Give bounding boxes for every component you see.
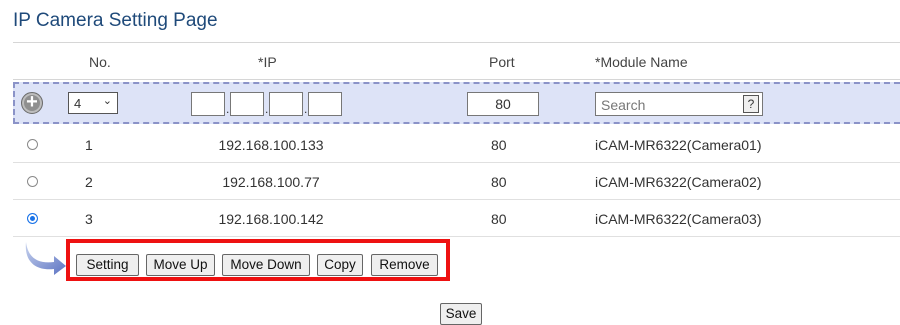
row-module-name: iCAM-MR6322(Camera02) — [595, 174, 762, 190]
row-ip: 192.168.100.133 — [218, 137, 324, 153]
move-up-button[interactable]: Move Up — [146, 254, 215, 276]
add-camera-row: + 4 ⌄ . . . 80 Search ? — [13, 82, 900, 124]
no-select[interactable]: 4 ⌄ — [68, 92, 118, 114]
row-ip: 192.168.100.142 — [218, 211, 324, 227]
row-select-radio[interactable] — [27, 139, 38, 150]
header-port: Port — [489, 54, 515, 70]
curved-arrow-icon — [25, 242, 66, 275]
actions-highlight: Setting Move Up Move Down Copy Remove — [66, 239, 450, 281]
row-no: 2 — [85, 174, 93, 190]
ip-dot: . — [265, 102, 269, 116]
module-search-input[interactable]: Search ? — [595, 92, 763, 116]
plus-circle-icon[interactable]: + — [21, 92, 43, 114]
header-module-name: *Module Name — [595, 54, 688, 70]
row-port: 80 — [491, 137, 507, 153]
ip-octet-1-input[interactable] — [191, 92, 225, 116]
ip-octet-4-input[interactable] — [308, 92, 342, 116]
chevron-down-icon: ⌄ — [102, 95, 112, 107]
row-module-name: iCAM-MR6322(Camera01) — [595, 137, 762, 153]
copy-button[interactable]: Copy — [317, 254, 363, 276]
no-select-value: 4 — [74, 96, 82, 111]
table-row: 1 192.168.100.133 80 iCAM-MR6322(Camera0… — [13, 126, 900, 163]
setting-button[interactable]: Setting — [76, 254, 139, 276]
table-row: 2 192.168.100.77 80 iCAM-MR6322(Camera02… — [13, 163, 900, 200]
header-no: No. — [89, 54, 111, 70]
move-down-button[interactable]: Move Down — [222, 254, 310, 276]
remove-button[interactable]: Remove — [371, 254, 438, 276]
table-row: 3 192.168.100.142 80 iCAM-MR6322(Camera0… — [13, 200, 900, 237]
row-port: 80 — [491, 211, 507, 227]
row-module-name: iCAM-MR6322(Camera03) — [595, 211, 762, 227]
port-input[interactable]: 80 — [467, 92, 539, 116]
module-search-placeholder: Search — [601, 97, 646, 113]
row-port: 80 — [491, 174, 507, 190]
ip-dot: . — [304, 102, 308, 116]
ip-dot: . — [226, 102, 230, 116]
row-ip: 192.168.100.77 — [222, 174, 320, 190]
page-title: IP Camera Setting Page — [13, 10, 218, 31]
help-button[interactable]: ? — [743, 95, 759, 113]
ip-octet-3-input[interactable] — [269, 92, 303, 116]
row-no: 1 — [85, 137, 93, 153]
row-no: 3 — [85, 211, 93, 227]
ip-octet-2-input[interactable] — [230, 92, 264, 116]
row-select-radio[interactable] — [27, 213, 38, 224]
header-ip: *IP — [258, 54, 277, 70]
table-header: No. *IP Port *Module Name — [13, 42, 900, 80]
row-select-radio[interactable] — [27, 176, 38, 187]
save-button[interactable]: Save — [440, 303, 482, 325]
